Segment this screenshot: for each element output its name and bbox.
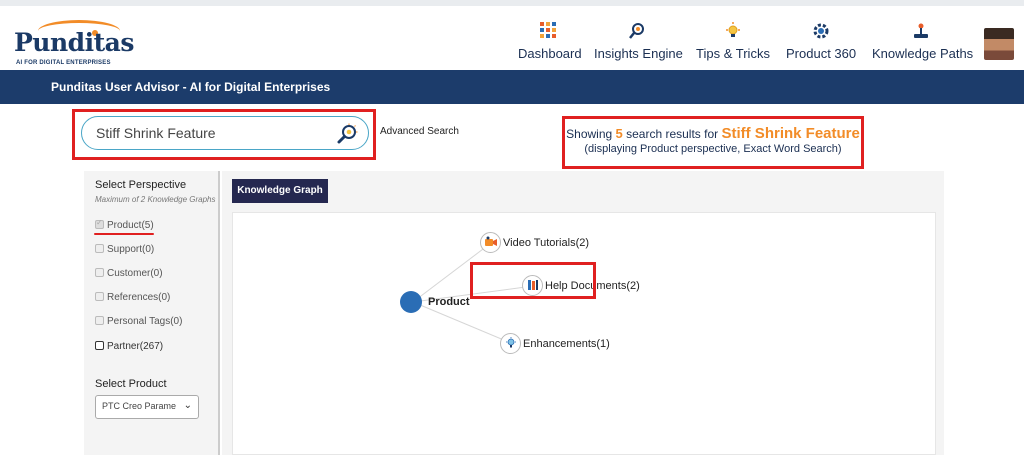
perspective-option-personal-tags: Personal Tags(0) (95, 316, 182, 327)
perspective-title: Select Perspective (95, 179, 187, 191)
option-label: Personal Tags(0) (107, 316, 183, 327)
page-title: Punditas User Advisor - AI for Digital E… (51, 80, 331, 94)
joystick-icon (872, 22, 970, 42)
results-summary: Showing 5 search results for Stiff Shrin… (562, 116, 864, 169)
option-label: Support(0) (107, 244, 155, 255)
enhancement-bulb-icon[interactable] (500, 333, 521, 354)
option-label: Partner(267) (107, 341, 164, 352)
app-window: Punditas AI FOR DIGITAL ENTERPRISES Dash… (0, 0, 1024, 455)
edge-enhancements (412, 301, 512, 344)
dashboard-grid-icon (518, 22, 578, 42)
perspective-note: Maximum of 2 Knowledge Graphs (95, 195, 216, 204)
punditas-logo[interactable]: Punditas AI FOR DIGITAL ENTERPRISES (14, 20, 134, 70)
nav-insights-engine[interactable]: Insights Engine (594, 22, 683, 68)
perspective-option-partner[interactable]: Partner(267) (95, 341, 163, 352)
results-summary-line: Showing 5 search results for Stiff Shrin… (565, 125, 861, 142)
advanced-search-link[interactable]: Advanced Search (380, 126, 459, 137)
main-content: Advanced Search Showing 5 search results… (0, 104, 1024, 455)
nav-product-360[interactable]: Product 360 (786, 22, 856, 68)
logo-text: Punditas (14, 28, 134, 57)
graph-edges (400, 242, 534, 344)
nav-insights-engine-label: Insights Engine (594, 46, 683, 61)
tab-knowledge-graph[interactable]: Knowledge Graph (232, 179, 328, 203)
nav-dashboard[interactable]: Dashboard (518, 22, 582, 68)
checkbox-customer (95, 268, 104, 277)
subheader-bar: Punditas User Advisor - AI for Digital E… (0, 70, 1024, 104)
perspective-option-product: Product(5) (95, 218, 154, 231)
product-underline (94, 233, 154, 235)
logo-tagline: AI FOR DIGITAL ENTERPRISES (16, 60, 111, 66)
results-term: Stiff Shrink Feature (721, 125, 860, 142)
perspective-panel: Select Perspective Maximum of 2 Knowledg… (84, 171, 220, 455)
video-tutorial-icon[interactable] (480, 232, 501, 253)
nav-tips-tricks-label: Tips & Tricks (696, 46, 770, 61)
node-label-video-tutorials[interactable]: Video Tutorials(2) (503, 237, 589, 249)
results-count: 5 (615, 126, 623, 141)
root-node-label[interactable]: Product (428, 296, 470, 308)
checkbox-product (95, 218, 104, 229)
top-header: Punditas AI FOR DIGITAL ENTERPRISES Dash… (0, 0, 1024, 70)
graph-panel: Knowledge Graph Product Video Tutorials(… (222, 171, 944, 455)
nav-knowledge-paths-label: Knowledge Paths (872, 46, 974, 61)
checkbox-partner[interactable] (95, 341, 104, 350)
lightbulb-icon (696, 22, 770, 42)
user-avatar[interactable] (984, 28, 1014, 60)
results-prefix: Showing (566, 127, 613, 141)
nav-dashboard-label: Dashboard (518, 46, 582, 61)
option-label: References(0) (107, 292, 171, 303)
results-detail: (displaying Product perspective, Exact W… (584, 143, 842, 155)
results-middle: search results for (626, 127, 719, 141)
option-label: Product(5) (107, 220, 154, 231)
perspective-option-references: References(0) (95, 292, 170, 303)
search-box[interactable] (81, 116, 369, 150)
perspective-option-support: Support(0) (95, 244, 154, 255)
nav-tips-tricks[interactable]: Tips & Tricks (696, 22, 770, 68)
product-select[interactable]: PTC Creo Parame ⌄ (95, 395, 199, 419)
nav-product-360-label: Product 360 (786, 46, 857, 61)
option-label: Customer(0) (107, 268, 163, 279)
knowledge-graph-canvas[interactable]: Product Video Tutorials(2) Help Document… (232, 212, 936, 455)
checkbox-personal-tags (95, 316, 104, 325)
video-tutorials-highlight (470, 262, 596, 299)
insights-magnifier-icon (594, 22, 680, 42)
nav-knowledge-paths[interactable]: Knowledge Paths (872, 22, 974, 68)
search-input[interactable] (96, 123, 326, 143)
node-label-enhancements[interactable]: Enhancements(1) (523, 338, 610, 350)
checkbox-references (95, 292, 104, 301)
select-product-title: Select Product (95, 378, 167, 390)
checkbox-support (95, 244, 104, 253)
perspective-option-customer: Customer(0) (95, 268, 163, 279)
search-icon[interactable] (336, 123, 358, 145)
product-select-value: PTC Creo Parame (102, 401, 177, 411)
product-gear-icon (786, 22, 856, 42)
root-node-circle (400, 291, 422, 313)
chevron-down-icon: ⌄ (183, 400, 192, 411)
